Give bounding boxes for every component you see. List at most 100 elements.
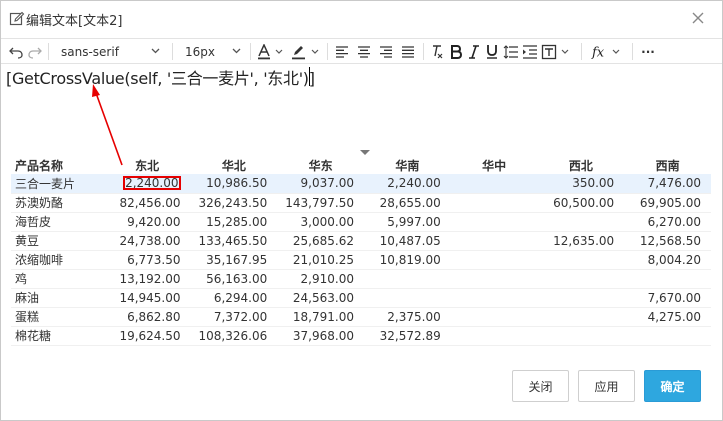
text-editor[interactable]: [GetCrossValue(self, '三合一麦片', '东北')] xyxy=(4,65,720,145)
table-cell: 5,997.00 xyxy=(363,212,451,232)
line-spacing-icon[interactable] xyxy=(502,39,520,64)
table-cell: 7,476.00 xyxy=(624,174,711,194)
table-cell xyxy=(450,288,538,308)
table-cell: 鸡 xyxy=(11,269,104,289)
table-cell: 32,572.89 xyxy=(363,326,451,346)
table-cell: 三合一麦片 xyxy=(11,174,104,194)
toolbar-divider xyxy=(423,43,424,60)
align-justify-icon[interactable] xyxy=(398,39,418,64)
highlighted-cell-value: 2,240.00 xyxy=(123,176,181,191)
font-family-select[interactable]: sans-serif xyxy=(53,39,168,64)
table-cell: 6,270.00 xyxy=(624,212,711,232)
table-cell: 350.00 xyxy=(537,174,625,194)
table-cell: 6,773.50 xyxy=(103,250,191,270)
undo-icon[interactable] xyxy=(7,39,25,64)
table-cell xyxy=(450,307,538,327)
column-header: 华南 xyxy=(395,158,420,173)
table-row[interactable]: 浓缩咖啡 6,773.50 35,167.95 21,010.25 10,819… xyxy=(11,250,711,270)
redo-icon[interactable] xyxy=(26,39,44,64)
table-cell: 12,635.00 xyxy=(537,231,625,251)
table-cell: 25,685.62 xyxy=(277,231,364,251)
table-cell xyxy=(537,269,625,289)
font-color-button[interactable] xyxy=(255,39,287,64)
table-cell: 13,192.00 xyxy=(103,269,191,289)
more-options-button[interactable]: ··· xyxy=(637,39,659,64)
table-cell xyxy=(537,250,625,270)
table-cell: 56,163.00 xyxy=(190,269,278,289)
chevron-down-icon xyxy=(151,48,160,54)
align-right-icon[interactable] xyxy=(376,39,396,64)
close-icon[interactable] xyxy=(690,10,706,26)
table-row[interactable]: 海哲皮 9,420.00 15,285.00 3,000.00 5,997.00… xyxy=(11,212,711,232)
textbox-icon xyxy=(541,44,569,59)
chevron-down-icon xyxy=(232,48,241,54)
table-cell xyxy=(624,269,711,289)
font-size-select[interactable]: 16px xyxy=(177,39,247,64)
column-header: 东北 xyxy=(135,158,160,173)
table-row[interactable]: 鸡 13,192.00 56,163.00 2,910.00 xyxy=(11,269,711,289)
table-cell xyxy=(450,269,538,289)
italic-icon[interactable] xyxy=(466,39,482,64)
table-cell: 2,240.00 xyxy=(363,174,451,194)
table-cell: 海哲皮 xyxy=(11,212,104,232)
toolbar-divider xyxy=(250,43,251,60)
table-cell: 9,037.00 xyxy=(277,174,364,194)
table-cell: 10,819.00 xyxy=(363,250,451,270)
insert-field-button[interactable] xyxy=(540,39,574,64)
editor-content: [GetCrossValue(self, '三合一麦片', '东北')] xyxy=(6,69,315,88)
table-cell xyxy=(450,231,538,251)
table-cell: 18,791.00 xyxy=(277,307,364,327)
font-family-value: sans-serif xyxy=(61,45,119,59)
table-row[interactable]: 黄豆 24,738.00 133,465.50 25,685.62 10,487… xyxy=(11,231,711,251)
table-cell: 14,945.00 xyxy=(103,288,191,308)
table-row[interactable]: 麻油 14,945.00 6,294.00 24,563.00 7,670.00 xyxy=(11,288,711,308)
table-row[interactable]: 苏澳奶酪 82,456.00 326,243.50 143,797.50 28,… xyxy=(11,193,711,213)
function-icon: fx xyxy=(591,45,620,60)
table-cell: 10,986.50 xyxy=(190,174,278,194)
column-header: 西北 xyxy=(568,158,593,173)
toolbar-divider xyxy=(581,43,582,60)
table-cell xyxy=(450,193,538,213)
table-cell: 蛋糕 xyxy=(11,307,104,327)
title-bar: 编辑文本[文本2] xyxy=(1,1,722,37)
underline-icon[interactable] xyxy=(483,39,501,64)
toolbar-divider xyxy=(172,43,173,60)
table-cell: 麻油 xyxy=(11,288,104,308)
table-row[interactable]: 三合一麦片 2,240.00 10,986.50 9,037.00 2,240.… xyxy=(11,174,711,194)
align-center-icon[interactable] xyxy=(354,39,374,64)
table-cell xyxy=(537,212,625,232)
column-header: 华东 xyxy=(308,158,333,173)
highlight-color-button[interactable] xyxy=(289,39,323,64)
indent-icon[interactable] xyxy=(521,39,539,64)
table-row[interactable]: 蛋糕 6,862.80 7,372.00 18,791.00 2,375.00 … xyxy=(11,307,711,327)
table-cell: 棉花糖 xyxy=(11,326,104,346)
bold-icon[interactable] xyxy=(447,39,465,64)
table-cell xyxy=(450,326,538,346)
table-cell: 37,968.00 xyxy=(277,326,364,346)
table-cell: 6,862.80 xyxy=(103,307,191,327)
table-cell: 28,655.00 xyxy=(363,193,451,213)
table-cell: 21,010.25 xyxy=(277,250,364,270)
table-row[interactable]: 棉花糖 19,624.50 108,326.06 37,968.00 32,57… xyxy=(11,326,711,346)
table-header-row: 产品名称 东北 华北 华东 华南 华中 西北 西南 xyxy=(11,156,711,174)
editor-toolbar: sans-serif 16px fx ··· xyxy=(1,38,722,64)
table-cell: 108,326.06 xyxy=(190,326,278,346)
formula-button[interactable]: fx xyxy=(587,39,627,64)
text-caret xyxy=(309,67,310,86)
close-button[interactable]: 关闭 xyxy=(512,370,569,402)
table-cell: 12,568.50 xyxy=(624,231,711,251)
table-cell xyxy=(537,288,625,308)
table-cell: 143,797.50 xyxy=(277,193,364,213)
align-left-icon[interactable] xyxy=(332,39,352,64)
table-cell: 7,670.00 xyxy=(624,288,711,308)
table-cell: 19,624.50 xyxy=(103,326,191,346)
ok-button[interactable]: 确定 xyxy=(644,370,701,402)
clear-format-icon[interactable] xyxy=(428,39,446,64)
table-cell xyxy=(363,269,451,289)
table-cell: 60,500.00 xyxy=(537,193,625,213)
table-cell: 10,487.05 xyxy=(363,231,451,251)
apply-button[interactable]: 应用 xyxy=(578,370,635,402)
table-cell: 3,000.00 xyxy=(277,212,364,232)
column-header: 华北 xyxy=(221,158,246,173)
table-cell xyxy=(537,326,625,346)
